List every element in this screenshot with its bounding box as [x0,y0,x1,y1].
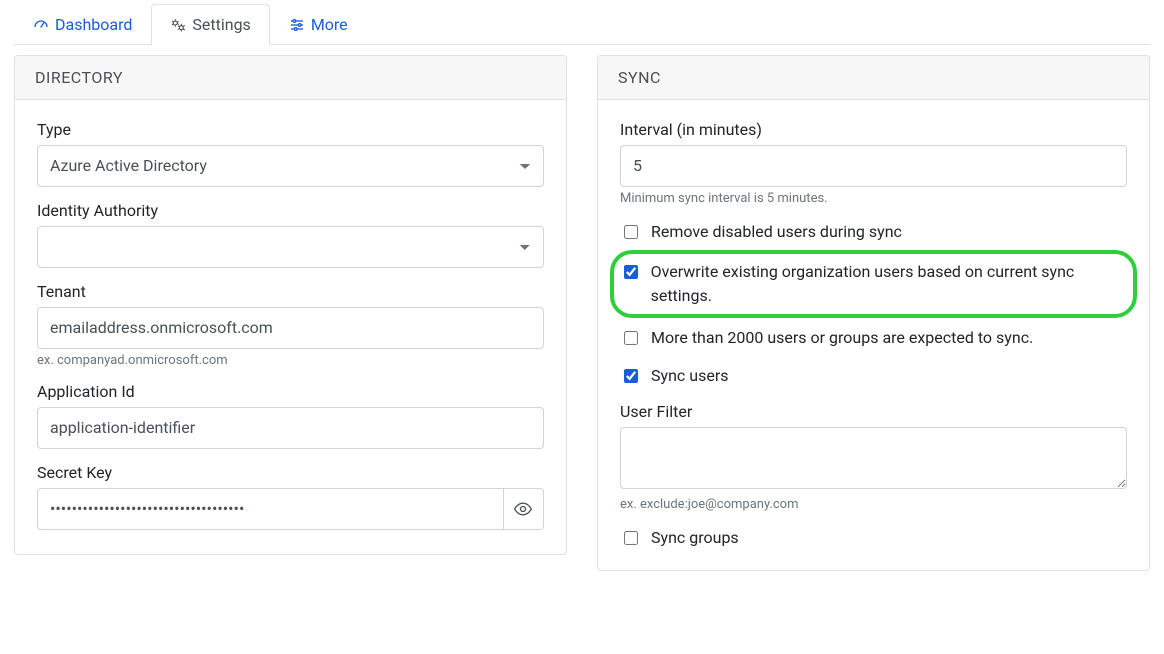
secret-label: Secret Key [37,463,544,482]
type-select[interactable]: Azure Active Directory [37,145,544,187]
user-filter-hint: ex. exclude:joe@company.com [620,497,1127,512]
remove-disabled-label: Remove disabled users during sync [651,220,902,244]
tenant-label: Tenant [37,282,544,301]
tab-dashboard[interactable]: Dashboard [14,4,151,45]
appid-label: Application Id [37,382,544,401]
sync-groups-checkbox[interactable] [624,531,638,545]
interval-hint: Minimum sync interval is 5 minutes. [620,191,1127,206]
sync-users-label: Sync users [651,364,729,388]
tab-label: Settings [192,15,250,34]
user-filter-label: User Filter [620,402,1127,421]
overwrite-label: Overwrite existing organization users ba… [651,260,1125,308]
interval-input[interactable] [620,145,1127,187]
sync-users-checkbox[interactable] [624,369,638,383]
reveal-secret-button[interactable] [503,488,544,530]
tab-label: More [311,15,348,34]
large-sync-label: More than 2000 users or groups are expec… [651,326,1033,350]
large-sync-checkbox[interactable] [624,331,638,345]
overwrite-highlight: Overwrite existing organization users ba… [610,250,1137,318]
type-label: Type [37,120,544,139]
directory-card: DIRECTORY Type Azure Active Directory Id… [14,55,567,555]
secret-input[interactable] [37,488,503,530]
tab-label: Dashboard [55,15,132,34]
tachometer-icon [33,17,49,33]
sync-card: SYNC Interval (in minutes) Minimum sync … [597,55,1150,571]
sync-groups-label: Sync groups [651,526,739,550]
tenant-hint: ex. companyad.onmicrosoft.com [37,353,544,368]
interval-label: Interval (in minutes) [620,120,1127,139]
tenant-input[interactable] [37,307,544,349]
identity-authority-label: Identity Authority [37,201,544,220]
appid-input[interactable] [37,407,544,449]
gears-icon [170,17,186,33]
directory-header: DIRECTORY [15,56,566,100]
remove-disabled-checkbox[interactable] [624,225,638,239]
sync-header: SYNC [598,56,1149,100]
overwrite-checkbox[interactable] [624,265,638,279]
tab-settings[interactable]: Settings [151,4,269,45]
tab-more[interactable]: More [270,4,367,45]
identity-authority-select[interactable] [37,226,544,268]
user-filter-textarea[interactable] [620,427,1127,489]
eye-icon [513,499,533,519]
tab-bar: Dashboard Settings [14,0,1150,45]
sliders-icon [289,17,305,33]
